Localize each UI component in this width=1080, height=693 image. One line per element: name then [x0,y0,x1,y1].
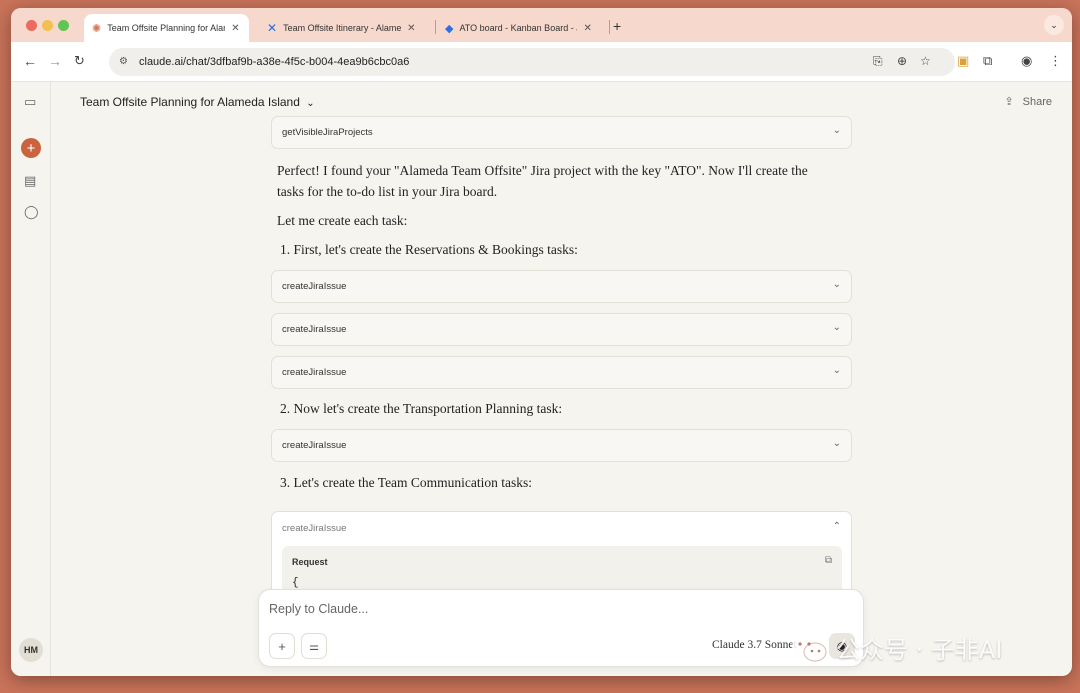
new-tab-button[interactable]: + [613,18,621,34]
assistant-message: Let me create each task: [277,213,408,228]
browser-menu-icon[interactable]: ⋮ [1049,53,1062,69]
close-tab-icon[interactable]: ✕ [231,23,239,34]
extensions-puzzle-icon[interactable]: ⧉ [983,53,992,69]
claude-icon: ✺ [92,22,102,35]
url-text: claude.ai/chat/3dfbaf9b-a38e-4f5c-b004-4… [139,56,410,68]
watermark-text: 公众号 · 子非AI [836,636,1003,664]
extension-icon[interactable]: ▣ [957,53,969,69]
left-sidebar: ▭ + ▤ ◯ HM [11,82,51,676]
tool-call-collapsed[interactable]: createJiraIssue ⌄ [271,270,852,303]
wechat-logo-icon [792,634,827,661]
tab-title: Team Offsite Planning for Alameda Island [107,23,225,33]
chats-icon[interactable]: ◯ [24,204,39,220]
tool-call-name: createJiraIssue [282,523,347,534]
tab-title: Team Offsite Itinerary - Alameda Island [283,23,402,33]
list-item: 1. First, let's create the Reservations … [280,242,578,257]
tool-call-collapsed[interactable]: createJiraIssue ⌄ [271,356,852,389]
share-icon: ⇪ [1004,96,1014,108]
profile-icon[interactable]: ◉ [1021,53,1032,69]
install-app-icon[interactable]: ⎘ [873,54,883,69]
close-tab-icon[interactable]: ✕ [583,23,591,34]
tab-title: ATO board - Kanban Board - Jira [459,23,577,33]
tool-call-name: getVisibleJiraProjects [282,127,373,138]
list-item: 3. Let's create the Team Communication t… [280,475,533,490]
chevron-down-icon: ⌄ [832,438,841,449]
request-label: Request [292,557,328,567]
browser-window: ✺ Team Offsite Planning for Alameda Isla… [11,8,1072,676]
sidebar-toggle-icon[interactable]: ▭ [24,94,36,110]
tool-call-collapsed[interactable]: createJiraIssue ⌄ [271,429,852,462]
avatar[interactable]: HM [19,638,43,662]
copy-icon[interactable]: ⧉ [825,555,832,566]
chevron-down-icon: ⌄ [832,322,841,333]
close-window-button[interactable] [26,20,37,31]
tab-search-button[interactable]: ⌄ [1044,15,1064,35]
reply-composer: + ⚌ Claude 3.7 Sonnet ◉ [258,589,864,667]
back-icon[interactable]: ← [23,53,37,69]
tab-jira[interactable]: ◆ ATO board - Kanban Board - Jira ✕ [437,14,607,42]
chevron-up-icon[interactable]: ⌃ [833,521,841,532]
chevron-down-icon: ⌄ [832,125,841,136]
projects-icon[interactable]: ▤ [24,173,36,189]
share-button[interactable]: ⇪ Share [1004,95,1052,108]
tool-call-collapsed[interactable]: getVisibleJiraProjects ⌄ [271,116,852,149]
bookmark-star-icon[interactable]: ☆ [920,54,931,68]
forward-icon[interactable]: → [48,53,62,69]
chevron-down-icon: ⌄ [306,98,315,109]
chevron-down-icon: ⌄ [832,365,841,376]
reload-icon[interactable]: ↻ [74,53,85,69]
share-label: Share [1022,96,1052,108]
chevron-down-icon: ⌄ [832,279,841,290]
watermark: 公众号 · 子非AI [790,630,1002,665]
tab-strip: ✺ Team Offsite Planning for Alameda Isla… [11,8,1072,42]
zoom-icon[interactable]: ⊕ [897,54,907,68]
reply-input[interactable] [269,602,829,616]
tool-call-collapsed[interactable]: createJiraIssue ⌄ [271,313,852,346]
jira-icon: ◆ [445,22,454,35]
browser-toolbar: ← → ↻ ⚙ claude.ai/chat/3dfbaf9b-a38e-4f5… [11,42,1072,82]
request-code: { [292,577,299,589]
minimize-window-button[interactable] [42,20,53,31]
list-item: 2. Now let's create the Transportation P… [280,401,563,416]
tab-confluence[interactable]: ✕ Team Offsite Itinerary - Alameda Islan… [259,14,429,42]
plus-icon: + [278,638,286,654]
conversation-title: Team Offsite Planning for Alameda Island [80,95,300,109]
confluence-icon: ✕ [267,21,278,35]
tool-call-name: createJiraIssue [282,440,347,451]
close-tab-icon[interactable]: ✕ [407,23,415,34]
tab-claude[interactable]: ✺ Team Offsite Planning for Alameda Isla… [84,14,249,42]
address-bar[interactable]: ⚙ claude.ai/chat/3dfbaf9b-a38e-4f5c-b004… [109,48,955,76]
assistant-message: Perfect! I found your "Alameda Team Offs… [277,163,808,199]
tab-divider [609,20,610,34]
model-selector[interactable]: Claude 3.7 Sonnet [712,639,797,651]
tool-call-name: createJiraIssue [282,367,347,378]
tool-call-name: createJiraIssue [282,281,347,292]
new-chat-icon[interactable]: + [21,138,41,158]
sliders-icon: ⚌ [309,640,319,653]
tool-call-name: createJiraIssue [282,324,347,335]
conversation-title-button[interactable]: Team Offsite Planning for Alameda Island… [80,95,315,109]
attach-button[interactable]: + [269,633,295,659]
maximize-window-button[interactable] [58,20,69,31]
tab-divider [435,20,436,34]
tools-button[interactable]: ⚌ [301,633,327,659]
site-settings-icon[interactable]: ⚙ [119,56,131,68]
